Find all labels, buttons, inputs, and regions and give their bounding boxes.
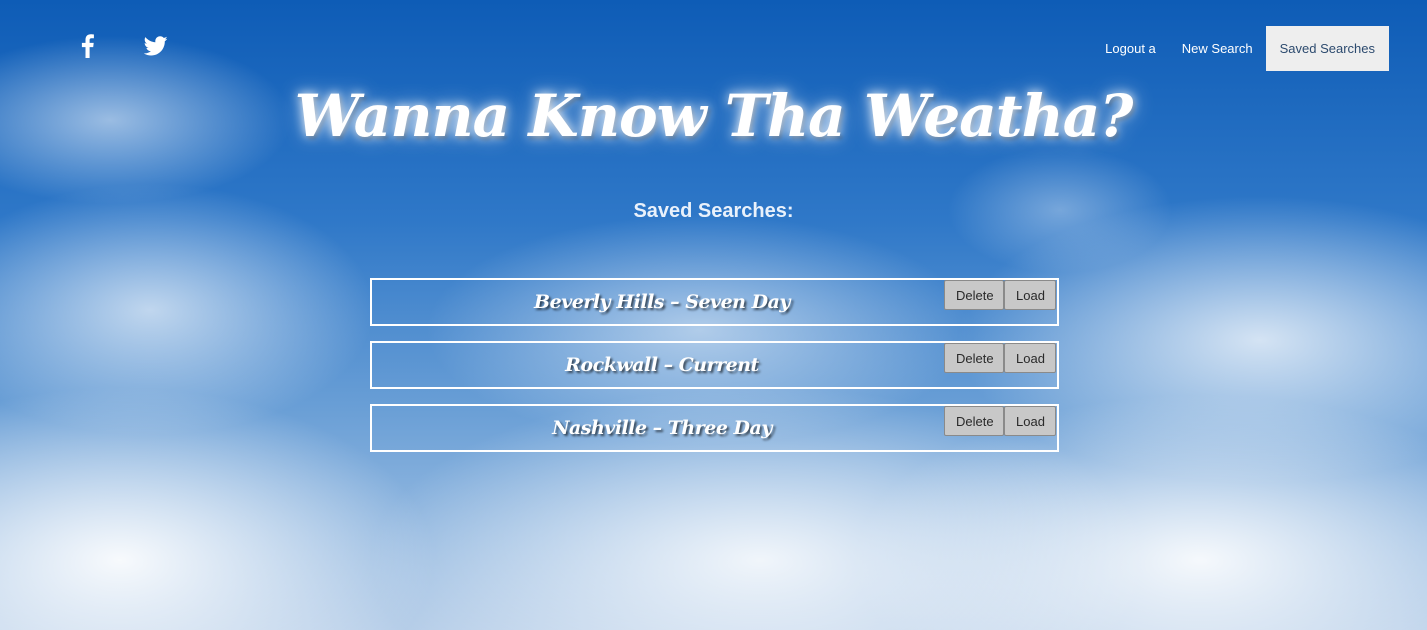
load-button[interactable]: Load xyxy=(1004,280,1056,310)
facebook-icon[interactable] xyxy=(76,34,100,58)
saved-searches-link[interactable]: Saved Searches xyxy=(1265,26,1389,71)
saved-search-row: Beverly Hills – Seven Day Delete Load xyxy=(370,278,1059,326)
row-actions: Delete Load xyxy=(944,343,1056,373)
saved-search-row: Rockwall – Current Delete Load xyxy=(370,341,1059,389)
delete-button[interactable]: Delete xyxy=(944,280,1004,310)
row-actions: Delete Load xyxy=(944,406,1056,436)
saved-search-label: Rockwall – Current xyxy=(565,354,759,376)
new-search-link[interactable]: New Search xyxy=(1169,26,1266,71)
saved-search-label: Beverly Hills – Seven Day xyxy=(534,291,790,313)
page-title: Wanna Know Tha Weatha? xyxy=(294,82,1134,150)
logout-link[interactable]: Logout a xyxy=(1092,26,1169,71)
main-nav: Logout a New Search Saved Searches xyxy=(1092,26,1389,71)
delete-button[interactable]: Delete xyxy=(944,406,1004,436)
saved-search-label: Nashville – Three Day xyxy=(552,417,772,439)
load-button[interactable]: Load xyxy=(1004,406,1056,436)
delete-button[interactable]: Delete xyxy=(944,343,1004,373)
page-subtitle: Saved Searches: xyxy=(633,200,794,222)
saved-searches-list: Beverly Hills – Seven Day Delete Load Ro… xyxy=(370,278,1059,467)
saved-search-row: Nashville – Three Day Delete Load xyxy=(370,404,1059,452)
load-button[interactable]: Load xyxy=(1004,343,1056,373)
twitter-icon[interactable] xyxy=(143,34,168,58)
social-links xyxy=(76,34,168,58)
row-actions: Delete Load xyxy=(944,280,1056,310)
